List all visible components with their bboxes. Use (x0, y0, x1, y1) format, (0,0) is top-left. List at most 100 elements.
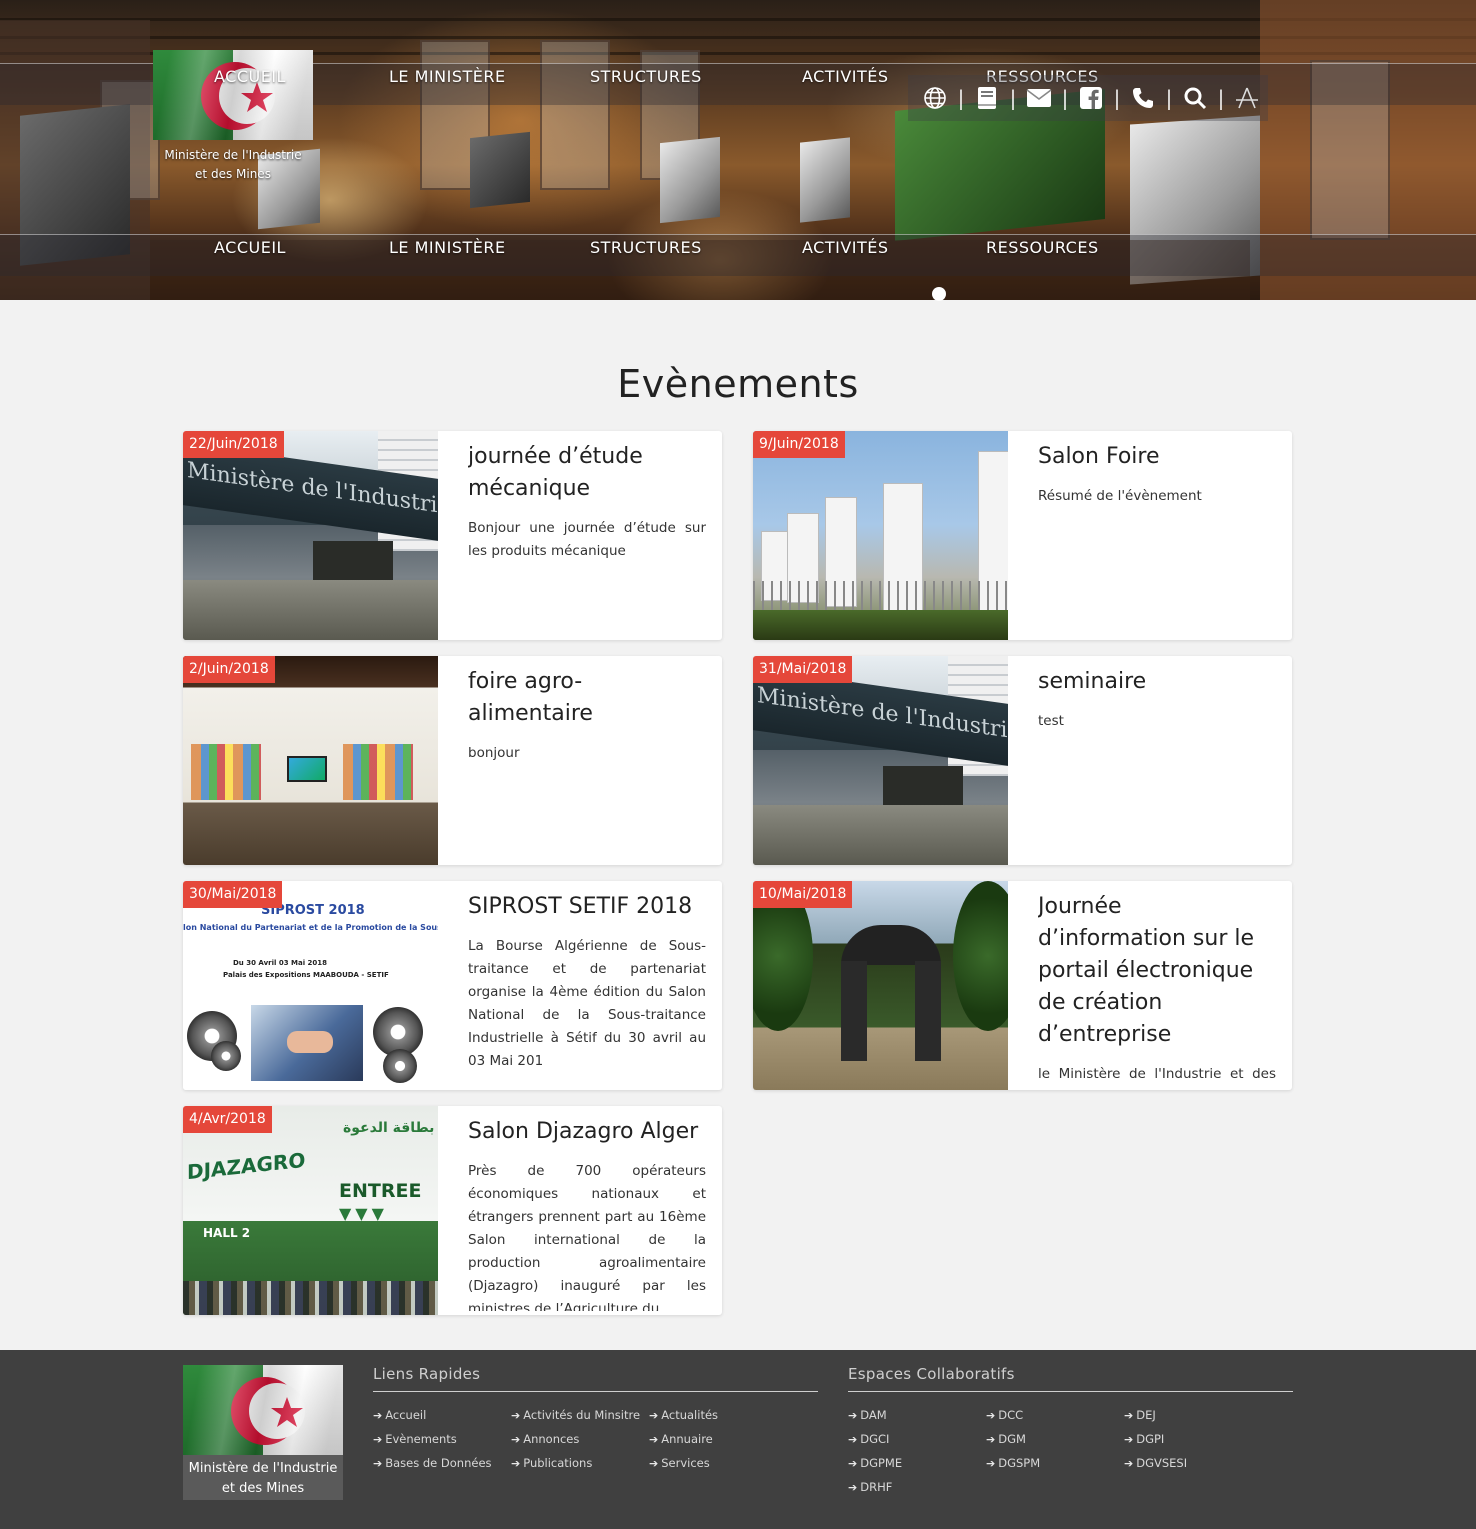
arrow-right-icon: ➔ (511, 1409, 521, 1422)
event-card[interactable]: Ministère de l'Industrie et des Mines 31… (753, 656, 1292, 865)
event-date-badge: 2/Juin/2018 (183, 656, 275, 683)
footer-logo-caption: Ministère de l'Industrie et des Mines (188, 1461, 338, 1496)
arrow-right-icon: ➔ (649, 1433, 659, 1446)
event-thumbnail (753, 881, 1008, 1090)
arrow-right-icon: ➔ (986, 1409, 996, 1422)
event-thumbnail (183, 656, 438, 865)
nav-structures[interactable]: STRUCTURES (590, 67, 702, 86)
event-card[interactable]: 2/Juin/2018 foire agro-alimentaire bonjo… (183, 656, 722, 865)
footer-link-dgspm[interactable]: ➔ DGSPM (986, 1456, 1040, 1470)
footer-link-dgpme[interactable]: ➔ DGPME (848, 1456, 902, 1470)
event-card[interactable]: 9/Juin/2018 Salon Foire Résumé de l'évèn… (753, 431, 1292, 640)
toolbar-separator: | (957, 86, 965, 110)
event-title[interactable]: Salon Djazagro Alger (468, 1116, 706, 1148)
facebook-icon[interactable] (1072, 82, 1110, 114)
algeria-flag (183, 1365, 343, 1455)
event-thumbnail (753, 431, 1008, 640)
arrow-right-icon: ➔ (649, 1409, 659, 1422)
footer-link-drhf[interactable]: ➔ DRHF (848, 1480, 892, 1494)
nav-activites[interactable]: ACTIVITÉS (802, 67, 889, 86)
nav-accueil[interactable]: ACCUEIL (214, 67, 286, 86)
arrow-right-icon: ➔ (986, 1433, 996, 1446)
footer-link-annuaire[interactable]: ➔ Annuaire (649, 1432, 713, 1446)
footer-link-dgm[interactable]: ➔ DGM (986, 1432, 1026, 1446)
event-thumbnail: SIPROST 2018 lon National du Partenariat… (183, 881, 438, 1090)
nav-le-ministere[interactable]: LE MINISTÈRE (389, 67, 506, 86)
event-title[interactable]: seminaire (1038, 666, 1276, 698)
arrow-right-icon: ➔ (373, 1457, 383, 1470)
footer-link-bases-donnees[interactable]: ➔ Bases de Données (373, 1456, 492, 1470)
arrow-right-icon: ➔ (986, 1457, 996, 1470)
arrow-right-icon: ➔ (848, 1409, 858, 1422)
page-title: Evènements (617, 362, 859, 406)
footer-link-dgvsesi[interactable]: ➔ DGVSESI (1124, 1456, 1187, 1470)
subnav-activites[interactable]: ACTIVITÉS (802, 238, 889, 257)
search-icon[interactable] (1176, 82, 1214, 114)
utility-toolbar: | | | | | | (908, 75, 1268, 121)
quick-links-heading: Liens Rapides (373, 1365, 818, 1392)
footer-link-accueil[interactable]: ➔ Accueil (373, 1408, 426, 1422)
thumbnail-entrance-text: ENTREE (339, 1180, 422, 1202)
footer-link-evenements[interactable]: ➔ Evènements (373, 1432, 457, 1446)
thumbnail-arabic-text: بطاقة الدعوة (343, 1120, 435, 1136)
footer-link-dgpi[interactable]: ➔ DGPI (1124, 1432, 1164, 1446)
footer-link-dej[interactable]: ➔ DEJ (1124, 1408, 1156, 1422)
subnav-ressources[interactable]: RESSOURCES (986, 238, 1099, 257)
thumbnail-hall-text: HALL 2 (203, 1226, 251, 1240)
event-date-badge: 4/Avr/2018 (183, 1106, 272, 1133)
footer-link-dgci[interactable]: ➔ DGCI (848, 1432, 889, 1446)
footer-link-dcc[interactable]: ➔ DCC (986, 1408, 1023, 1422)
arrow-right-icon: ➔ (511, 1457, 521, 1470)
event-date-badge: 30/Mai/2018 (183, 881, 283, 908)
event-card[interactable]: 10/Mai/2018 Journée d’information sur le… (753, 881, 1292, 1090)
globe-icon[interactable] (916, 82, 954, 114)
event-summary: La Bourse Algérienne de Sous-traitance e… (468, 938, 706, 1069)
subnav-accueil[interactable]: ACCUEIL (214, 238, 286, 257)
event-date-badge: 10/Mai/2018 (753, 881, 853, 908)
toolbar-separator: | (1113, 86, 1121, 110)
thumbnail-poster-dates: Du 30 Avril 03 Mai 2018 (233, 959, 328, 967)
footer-logo[interactable]: Ministère de l'Industrie et des Mines (183, 1365, 343, 1500)
event-summary: Bonjour une journée d’étude sur les prod… (468, 520, 706, 559)
event-title[interactable]: SIPROST SETIF 2018 (468, 891, 706, 923)
logo-caption: Ministère de l'Industrie et des Mines (164, 148, 302, 181)
event-summary: test (1038, 713, 1064, 729)
event-title[interactable]: Salon Foire (1038, 441, 1276, 473)
subnav-structures[interactable]: STRUCTURES (590, 238, 702, 257)
toolbar-separator: | (1061, 86, 1069, 110)
event-date-badge: 22/Juin/2018 (183, 431, 284, 458)
down-arrows-icon: ▼▼▼ (339, 1204, 388, 1223)
event-summary: le Ministère de l'Industrie et des Mines… (1038, 1066, 1276, 1082)
thumbnail-poster-subtitle: lon National du Partenariat et de la Pro… (183, 923, 438, 932)
event-card[interactable]: بطاقة الدعوة DJAZAGRO ENTREE ▼▼▼ HALL 2 … (183, 1106, 722, 1315)
footer-link-services[interactable]: ➔ Services (649, 1456, 710, 1470)
event-card[interactable]: Ministère de l'Industrie et des Mines 22… (183, 431, 722, 640)
mail-icon[interactable] (1020, 82, 1058, 114)
arrow-right-icon: ➔ (848, 1457, 858, 1470)
arrow-right-icon: ➔ (511, 1433, 521, 1446)
slider-indicator-dot[interactable] (932, 287, 946, 301)
event-title[interactable]: Journée d’information sur le portail éle… (1038, 891, 1276, 1051)
footer-link-dam[interactable]: ➔ DAM (848, 1408, 887, 1422)
footer-link-actualites[interactable]: ➔ Actualités (649, 1408, 718, 1422)
arrow-right-icon: ➔ (1124, 1409, 1134, 1422)
algeria-flag (153, 50, 313, 140)
thumbnail-logo-text: DJAZAGRO (187, 1147, 306, 1185)
footer-link-annonces[interactable]: ➔ Annonces (511, 1432, 579, 1446)
event-thumbnail: بطاقة الدعوة DJAZAGRO ENTREE ▼▼▼ HALL 2 (183, 1106, 438, 1315)
event-title[interactable]: journée d’étude mécanique (468, 441, 706, 505)
collab-heading: Espaces Collaboratifs (848, 1365, 1293, 1392)
event-summary: Résumé de l'évènement (1038, 488, 1202, 504)
arrow-right-icon: ➔ (1124, 1457, 1134, 1470)
arrow-right-icon: ➔ (373, 1433, 383, 1446)
event-card[interactable]: SIPROST 2018 lon National du Partenariat… (183, 881, 722, 1090)
event-title[interactable]: foire agro-alimentaire (468, 666, 706, 730)
accessibility-icon[interactable] (1228, 82, 1266, 114)
subnav-le-ministere[interactable]: LE MINISTÈRE (389, 238, 506, 257)
footer-link-activites-ministre[interactable]: ➔ Activités du Minsitre (511, 1408, 640, 1422)
book-icon[interactable] (968, 82, 1006, 114)
footer-link-publications[interactable]: ➔ Publications (511, 1456, 592, 1470)
phone-icon[interactable] (1124, 82, 1162, 114)
event-thumbnail: Ministère de l'Industrie et des Mines (183, 431, 438, 640)
toolbar-separator: | (1217, 86, 1225, 110)
